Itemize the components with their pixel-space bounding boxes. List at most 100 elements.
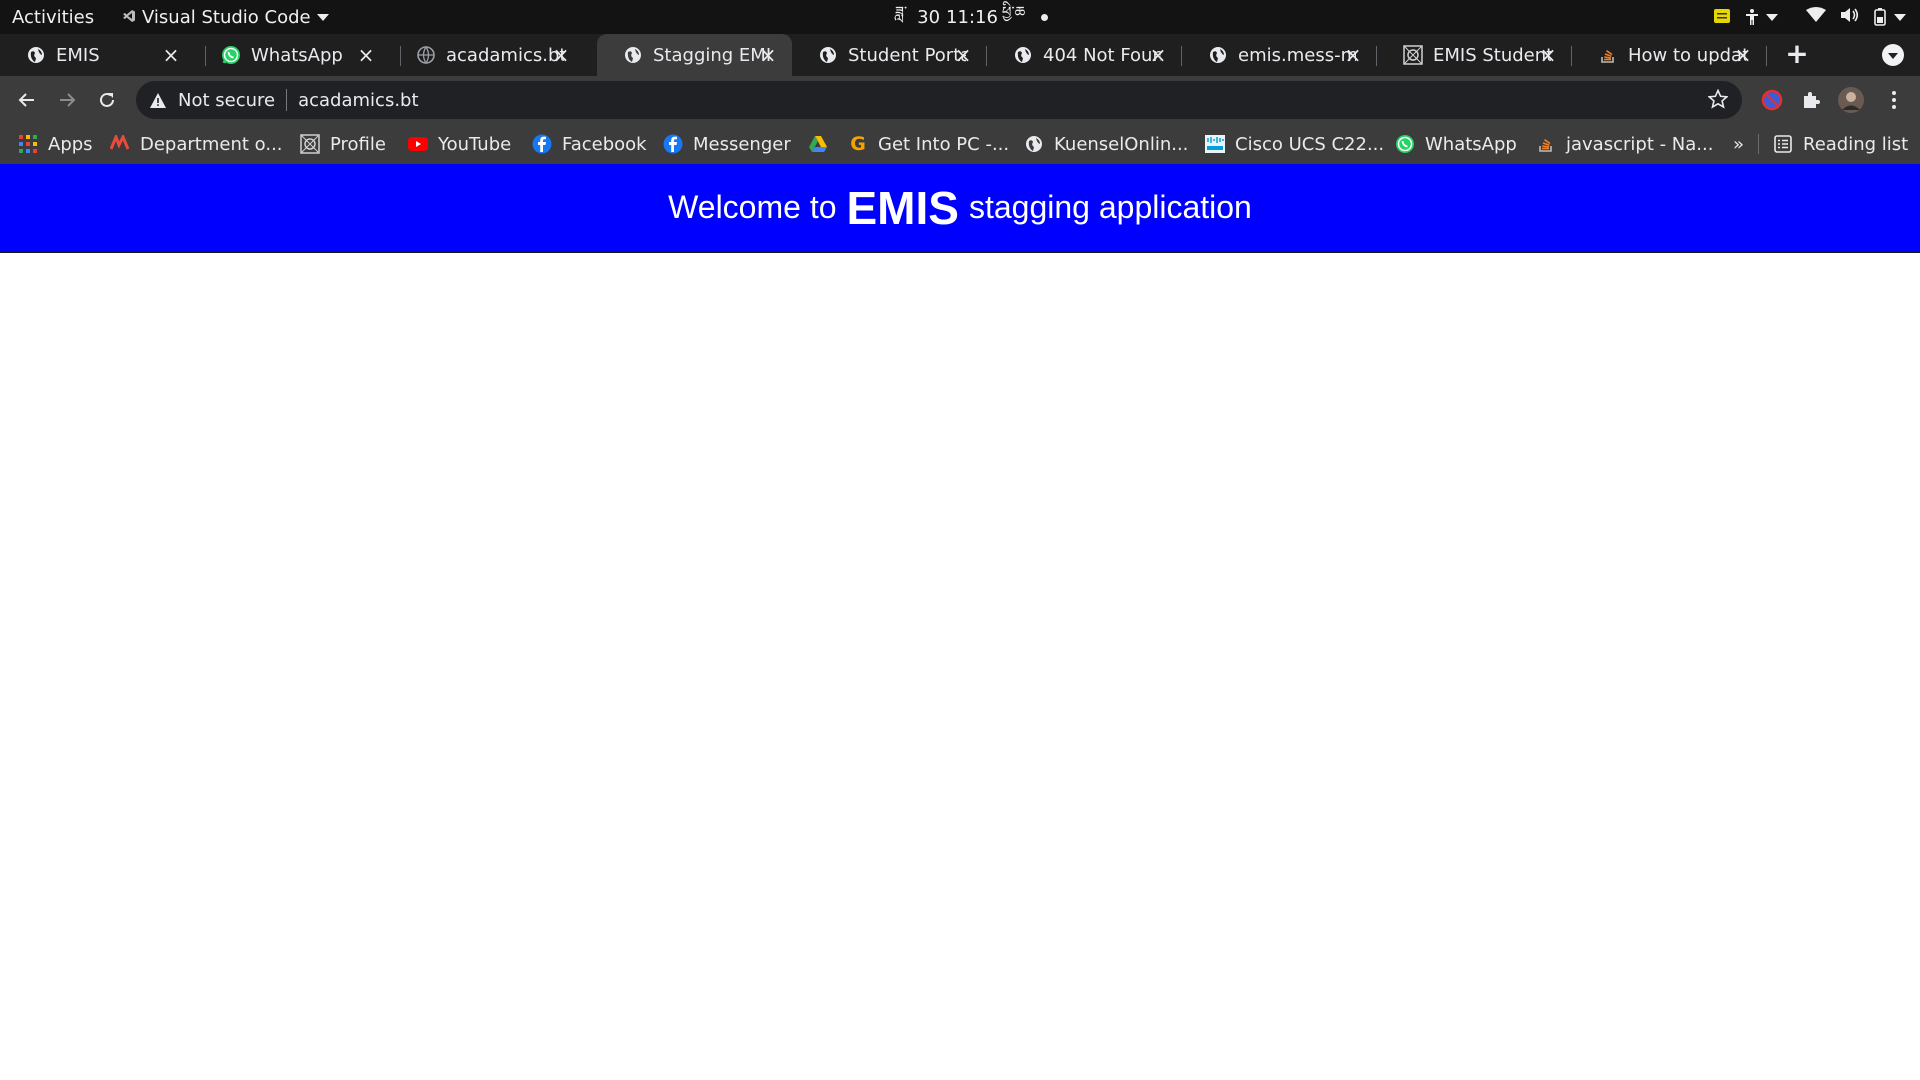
accessibility-icon[interactable]: [1744, 8, 1778, 26]
reading-list-button[interactable]: Reading list: [1773, 124, 1908, 164]
close-icon[interactable]: ×: [1538, 44, 1558, 66]
tab-search-button[interactable]: [1882, 44, 1904, 66]
bookmarks-overflow-button[interactable]: »: [1733, 124, 1744, 164]
warning-icon[interactable]: [150, 92, 166, 108]
facebook-icon: [663, 134, 683, 154]
security-label[interactable]: Not secure: [178, 90, 275, 111]
bookmark-facebook[interactable]: Facebook: [532, 124, 647, 164]
close-icon[interactable]: ×: [1148, 44, 1168, 66]
bookmark-label: Cisco UCS C22...: [1235, 133, 1385, 155]
bookmark-javascript[interactable]: javascript - Na...: [1536, 124, 1713, 164]
bookmark-profile[interactable]: Profile: [300, 124, 386, 164]
tab-whatsapp[interactable]: WhatsApp ×: [195, 34, 390, 76]
forward-button[interactable]: [51, 84, 83, 116]
bookmark-cisco[interactable]: Cisco UCS C22...: [1205, 124, 1384, 164]
youtube-icon: [408, 134, 428, 154]
cisco-icon: [1205, 134, 1225, 154]
vscode-icon: [122, 7, 136, 28]
bookmark-label: Facebook: [562, 133, 647, 155]
bookmark-department[interactable]: Department o...: [110, 124, 283, 164]
reading-list-label: Reading list: [1803, 133, 1909, 155]
bookmark-kuensel[interactable]: KuenselOnlin...: [1024, 124, 1188, 164]
tab-404-not-found[interactable]: 404 Not Found ×: [987, 34, 1182, 76]
getintopc-icon: G: [850, 133, 866, 155]
bookmark-apps[interactable]: Apps: [18, 124, 93, 164]
google-drive-icon: [808, 134, 828, 154]
tab-title: EMIS Student: [1433, 44, 1551, 66]
bookmark-label: Department o...: [140, 133, 283, 155]
page-body: [0, 253, 1920, 1080]
new-tab-button[interactable]: +: [1782, 40, 1812, 70]
globe-icon: [1208, 45, 1228, 65]
battery-icon[interactable]: [1874, 8, 1906, 26]
activities-button[interactable]: Activities: [12, 0, 94, 34]
close-icon[interactable]: ×: [953, 44, 973, 66]
bookmark-label: javascript - Na...: [1566, 133, 1714, 155]
bookmark-label: KuenselOnlin...: [1054, 133, 1189, 155]
extension-shield-icon[interactable]: [1758, 86, 1786, 114]
profile-avatar[interactable]: [1837, 86, 1865, 114]
wifi-icon[interactable]: [1806, 6, 1826, 28]
close-icon[interactable]: ×: [551, 44, 571, 66]
apps-grid-icon: [18, 134, 38, 154]
tab-emis-mess[interactable]: emis.mess-ma ×: [1182, 34, 1377, 76]
welcome-prefix: Welcome to: [668, 189, 837, 225]
os-top-bar: Activities Visual Studio Code ཟླ་ 30 11:…: [0, 0, 1920, 34]
tab-how-to-update[interactable]: How to update ×: [1572, 34, 1767, 76]
close-icon[interactable]: ×: [1733, 44, 1753, 66]
globe-icon: [623, 45, 643, 65]
volume-icon[interactable]: [1840, 7, 1860, 28]
whatsapp-icon: [1395, 134, 1415, 154]
close-icon[interactable]: ×: [161, 44, 181, 66]
globe-icon: [1024, 134, 1044, 154]
clock-month: ཟླ་: [895, 3, 908, 21]
tab-student-portal[interactable]: Student Portal ×: [792, 34, 987, 76]
bookmark-label: Profile: [330, 133, 386, 155]
clock[interactable]: ཟླ་ 30 11:16 ཕྱི་ཆ: [895, 0, 1049, 34]
department-logo-icon: [110, 134, 130, 154]
tab-emis-student[interactable]: EMIS Student ×: [1377, 34, 1572, 76]
bookmarks-bar: Apps Department o... Profile YouTube Fac…: [0, 124, 1920, 164]
chevron-down-icon: [316, 13, 329, 21]
bookmark-label: Get Into PC -...: [878, 133, 1010, 155]
welcome-suffix: stagging application: [968, 189, 1252, 225]
sticky-notes-icon[interactable]: [1714, 7, 1730, 28]
reading-list-icon: [1773, 134, 1793, 154]
tab-stagging-emis[interactable]: Stagging EMIS ×: [597, 34, 792, 76]
tab-strip: EMIS × WhatsApp × acadamics.bt × Staggin…: [0, 34, 1920, 76]
divider: [1758, 134, 1759, 154]
bookmark-google-drive[interactable]: [808, 124, 828, 164]
stackoverflow-icon: [1598, 45, 1618, 65]
whatsapp-icon: [221, 45, 241, 65]
tab-title: Stagging EMIS: [653, 44, 771, 66]
focused-app-label: Visual Studio Code: [142, 6, 311, 28]
close-icon[interactable]: ×: [356, 44, 376, 66]
extensions-puzzle-icon[interactable]: [1797, 86, 1825, 114]
tab-title: Student Portal: [848, 44, 966, 66]
close-icon[interactable]: ×: [758, 44, 778, 66]
tab-title: 404 Not Found: [1043, 44, 1161, 66]
address-bar[interactable]: Not secure acadamics.bt: [136, 81, 1742, 119]
globe-icon: [818, 45, 838, 65]
close-icon[interactable]: ×: [1343, 44, 1363, 66]
app-menu[interactable]: Visual Studio Code: [122, 0, 329, 34]
tab-title: EMIS: [56, 44, 100, 66]
bookmark-youtube[interactable]: YouTube: [408, 124, 511, 164]
bookmark-getintopc[interactable]: G Get Into PC -...: [848, 124, 1009, 164]
globe-icon: [26, 45, 46, 65]
bookmark-star-icon[interactable]: [1707, 88, 1729, 114]
system-tray[interactable]: [1714, 0, 1906, 34]
back-button[interactable]: [11, 84, 43, 116]
bookmark-messenger[interactable]: Messenger: [663, 124, 791, 164]
url-text[interactable]: acadamics.bt: [298, 90, 418, 111]
tab-acadamics[interactable]: acadamics.bt ×: [390, 34, 585, 76]
kebab-menu-icon[interactable]: [1880, 86, 1908, 114]
bookmark-label: WhatsApp: [1425, 133, 1517, 155]
tab-emis[interactable]: EMIS ×: [0, 34, 195, 76]
browser-toolbar: Not secure acadamics.bt: [0, 76, 1920, 124]
bookmark-whatsapp[interactable]: WhatsApp: [1395, 124, 1517, 164]
plus-icon: +: [1785, 37, 1809, 70]
bookmark-label: YouTube: [438, 133, 512, 155]
reload-button[interactable]: [91, 84, 123, 116]
stackoverflow-icon: [1536, 134, 1556, 154]
